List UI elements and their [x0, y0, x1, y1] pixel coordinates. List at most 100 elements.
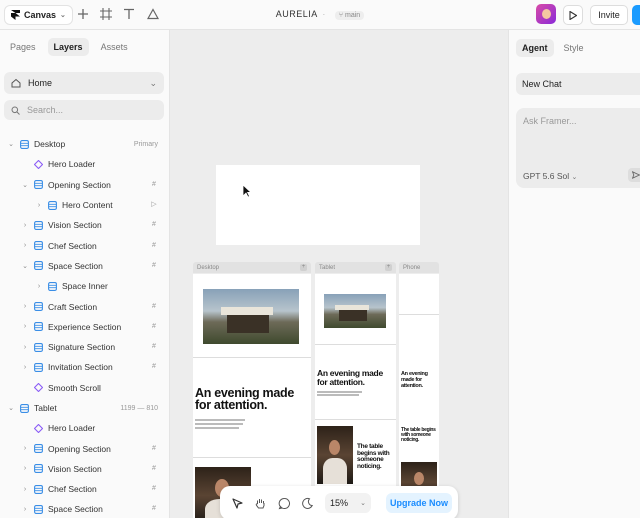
layer-label: Tablet [34, 403, 57, 413]
layer-label: Vision Section [48, 463, 102, 474]
breakpoint-label-phone[interactable]: Phone [399, 262, 439, 273]
preview-button[interactable] [563, 5, 583, 25]
add-breakpoint-icon[interactable]: + [385, 264, 392, 271]
layer-row-smooth-scroll[interactable]: Smooth Scroll [0, 378, 169, 398]
avatar[interactable] [536, 4, 556, 24]
layer-row-tablet[interactable]: ⌄ Tablet 1199 — 810 [0, 398, 169, 418]
empty-frame[interactable] [216, 165, 420, 245]
model-name: GPT 5.6 Sol [523, 171, 570, 181]
page-select[interactable]: Home ⌄ [4, 72, 164, 94]
add-breakpoint-icon[interactable]: + [300, 264, 307, 271]
chevron-down-icon[interactable]: ⌄ [7, 404, 15, 412]
chevron-right-icon[interactable]: › [21, 506, 29, 513]
branch-badge[interactable]: ⑂ main [334, 11, 365, 20]
phone-headline: An evening made for attention. [401, 371, 428, 389]
tablet-preview[interactable]: An evening made for attention. The table… [315, 274, 396, 518]
canvas[interactable]: Desktop + An evening made for attention.… [170, 30, 508, 518]
canvas-toolbar: 15% ⌄ Upgrade Now [220, 486, 458, 518]
chevron-right-icon[interactable]: › [21, 344, 29, 351]
frame-layer-icon [33, 464, 43, 474]
insert-button[interactable] [76, 7, 90, 21]
chevron-right-icon[interactable]: › [21, 222, 29, 229]
chevron-right-icon[interactable]: › [21, 465, 29, 472]
breakpoint-label-tablet[interactable]: Tablet + [315, 262, 396, 273]
layer-row-space-section[interactable]: ⌄ Space Section # [0, 256, 169, 276]
grid-layout-icon: # [152, 485, 156, 493]
chevron-right-icon[interactable]: › [21, 445, 29, 452]
section-divider [315, 419, 396, 420]
layer-row-vision-section[interactable]: › Vision Section # [0, 459, 169, 479]
tab-pages[interactable]: Pages [4, 38, 42, 56]
layer-row-space-section[interactable]: › Space Section # [0, 499, 169, 518]
layer-row-chef-section[interactable]: › Chef Section # [0, 479, 169, 499]
model-select[interactable]: GPT 5.6 Sol ⌄ [523, 171, 577, 181]
publish-button[interactable] [632, 5, 640, 25]
layer-row-experience-section[interactable]: › Experience Section # [0, 317, 169, 337]
hand-icon [255, 498, 264, 508]
house-roof [221, 307, 273, 315]
phone-chef-headline: The table begins with someone noticing. [401, 427, 436, 444]
triangle-icon [147, 8, 159, 20]
layer-label: Vision Section [48, 220, 102, 231]
chevron-right-icon[interactable]: › [21, 242, 29, 249]
chevron-down-icon[interactable]: ⌄ [7, 140, 15, 148]
theme-toggle-button[interactable] [300, 496, 314, 510]
phone-preview[interactable]: An evening made for attention. The table… [399, 274, 439, 518]
frame-tool-button[interactable] [99, 7, 113, 21]
layer-row-desktop[interactable]: ⌄ Desktop Primary [0, 134, 169, 154]
layer-row-opening-section[interactable]: › Opening Section # [0, 438, 169, 458]
chevron-right-icon[interactable]: › [35, 283, 43, 290]
chevron-down-icon[interactable]: ⌄ [21, 181, 29, 189]
layer-label: Invitation Section [48, 362, 113, 373]
hand-tool-button[interactable] [253, 496, 267, 510]
invite-button[interactable]: Invite [590, 5, 628, 25]
frame-layer-icon [33, 362, 43, 372]
body-text [317, 391, 362, 393]
breakpoint-name: Tablet [319, 264, 336, 271]
layer-row-hero-loader[interactable]: Hero Loader [0, 154, 169, 174]
send-button[interactable] [628, 168, 640, 182]
text-tool-button[interactable] [122, 7, 136, 21]
app-menu-button[interactable]: Canvas ⌄ [4, 5, 73, 25]
breakpoint-label-desktop[interactable]: Desktop + [193, 262, 311, 273]
tab-assets[interactable]: Assets [95, 38, 134, 56]
section-divider [193, 357, 311, 358]
chef-head [329, 440, 340, 455]
chevron-down-icon: ⌄ [60, 12, 66, 19]
layer-row-space-inner[interactable]: › Space Inner [0, 276, 169, 296]
layer-row-craft-section[interactable]: › Craft Section # [0, 296, 169, 316]
layer-search-input[interactable] [27, 105, 147, 115]
layer-row-invitation-section[interactable]: › Invitation Section # [0, 357, 169, 377]
chevron-right-icon[interactable]: › [21, 364, 29, 371]
vector-tool-button[interactable] [146, 7, 160, 21]
tab-layers[interactable]: Layers [47, 38, 89, 56]
chevron-right-icon[interactable]: › [21, 486, 29, 493]
body-text [195, 427, 239, 429]
layer-row-chef-section[interactable]: › Chef Section # [0, 235, 169, 255]
branch-icon: ⑂ [338, 12, 344, 19]
grid-layout-icon: # [152, 241, 156, 249]
desktop-preview[interactable]: An evening made for attention. [193, 274, 311, 518]
agent-prompt-input[interactable] [523, 116, 633, 146]
grid-layout-icon: # [152, 221, 156, 229]
tab-style[interactable]: Style [558, 39, 590, 57]
layer-row-hero-content[interactable]: › Hero Content ▷ [0, 195, 169, 215]
layer-row-signature-section[interactable]: › Signature Section # [0, 337, 169, 357]
chevron-right-icon[interactable]: › [21, 323, 29, 330]
layer-label: Hero Loader [48, 159, 96, 170]
component-icon [33, 423, 43, 433]
chevron-right-icon[interactable]: › [35, 202, 43, 209]
upgrade-button[interactable]: Upgrade Now [386, 493, 452, 513]
zoom-select[interactable]: 15% ⌄ [325, 493, 371, 513]
layer-row-vision-section[interactable]: › Vision Section # [0, 215, 169, 235]
comment-tool-button[interactable] [277, 496, 291, 510]
chevron-right-icon[interactable]: › [21, 303, 29, 310]
page-select-value: Home [28, 78, 53, 88]
chevron-down-icon[interactable]: ⌄ [21, 262, 29, 270]
layer-row-hero-loader[interactable]: Hero Loader [0, 418, 169, 438]
agent-chat-box: GPT 5.6 Sol ⌄ [516, 108, 640, 188]
select-tool-button[interactable] [230, 496, 244, 510]
tab-agent[interactable]: Agent [516, 39, 554, 57]
chat-select[interactable]: New Chat [516, 73, 640, 95]
layer-row-opening-section[interactable]: ⌄ Opening Section # [0, 175, 169, 195]
